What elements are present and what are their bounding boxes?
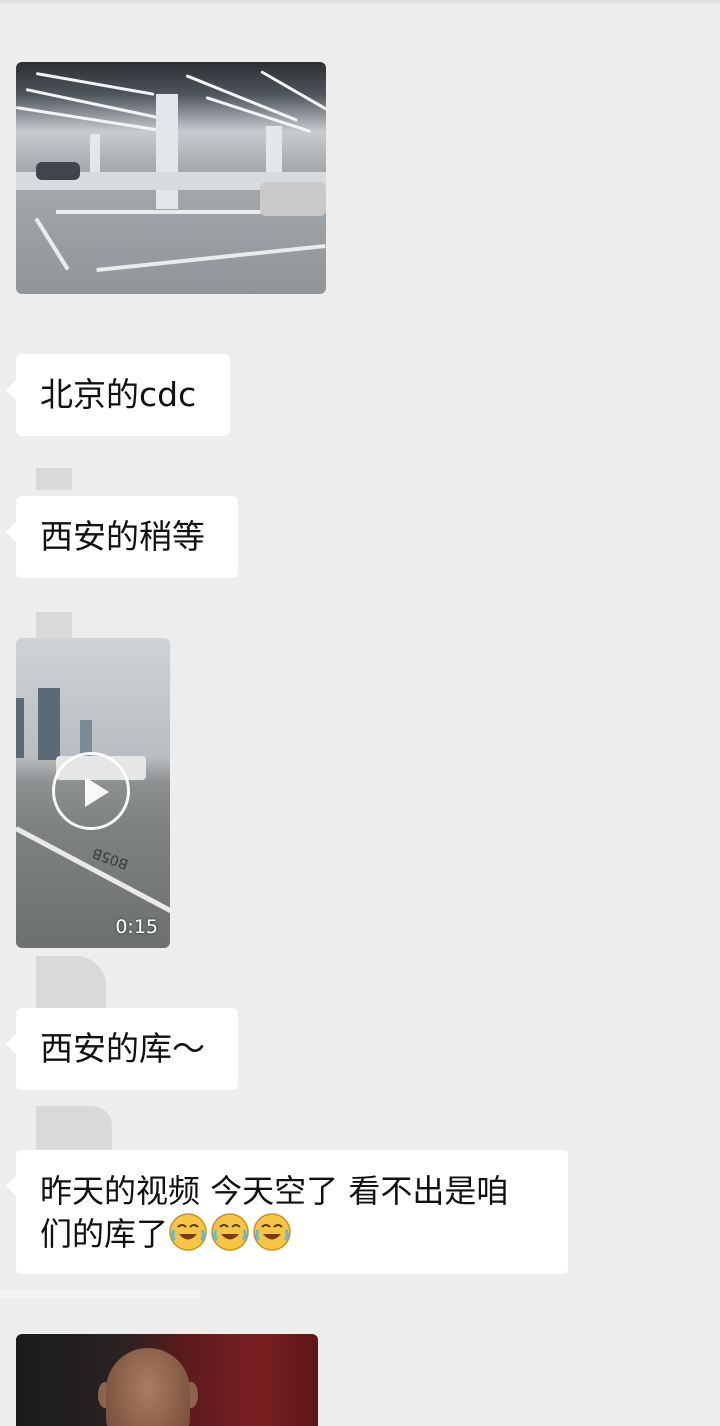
parked-car [260, 182, 326, 216]
ceiling-light [35, 72, 155, 96]
top-divider [0, 0, 720, 3]
play-button[interactable] [52, 752, 130, 830]
blurred-avatar [36, 1106, 112, 1150]
blurred-avatar [36, 612, 72, 638]
laughing-crying-icon [253, 1213, 291, 1251]
message-text-line-1: 昨天的视频 今天空了 看不出是咱 [40, 1172, 509, 1210]
message-text: 西安的稍等 [40, 517, 205, 556]
message-bubble[interactable]: 西安的稍等 [6, 496, 238, 578]
message-text: 北京的cdc [40, 375, 197, 414]
blurred-strip [0, 1290, 200, 1298]
blurred-avatar [36, 468, 72, 490]
message-bubble[interactable]: 西安的库～ [6, 1008, 238, 1090]
blurred-avatar [36, 956, 106, 1008]
message-text: 西安的库～ [40, 1029, 205, 1068]
parked-car [36, 162, 80, 180]
parking-garage-image-message[interactable] [16, 62, 326, 294]
ceiling-light [16, 106, 165, 133]
laughing-crying-icon [211, 1213, 249, 1251]
message-bubble[interactable]: 昨天的视频 今天空了 看不出是咱 们的库了 [6, 1150, 568, 1274]
parking-line [34, 217, 70, 271]
video-duration: 0:15 [115, 916, 158, 938]
message-text-line-2-text: 们的库了 [40, 1215, 169, 1253]
building [16, 698, 24, 758]
laughing-crying-icon [169, 1213, 207, 1251]
parking-line [16, 826, 170, 916]
message-bubble[interactable]: 北京的cdc [6, 354, 230, 436]
play-icon [85, 777, 109, 807]
person-image-message[interactable] [16, 1334, 318, 1426]
face [106, 1348, 190, 1426]
video-message[interactable]: B05B 0:15 [16, 638, 170, 948]
pillar [156, 94, 178, 209]
parking-line [56, 210, 286, 214]
message-text-line-2: 们的库了 [40, 1212, 544, 1255]
parking-line [96, 243, 326, 273]
ceiling-light [205, 96, 312, 133]
building [38, 688, 60, 760]
ceiling-light [260, 70, 326, 113]
